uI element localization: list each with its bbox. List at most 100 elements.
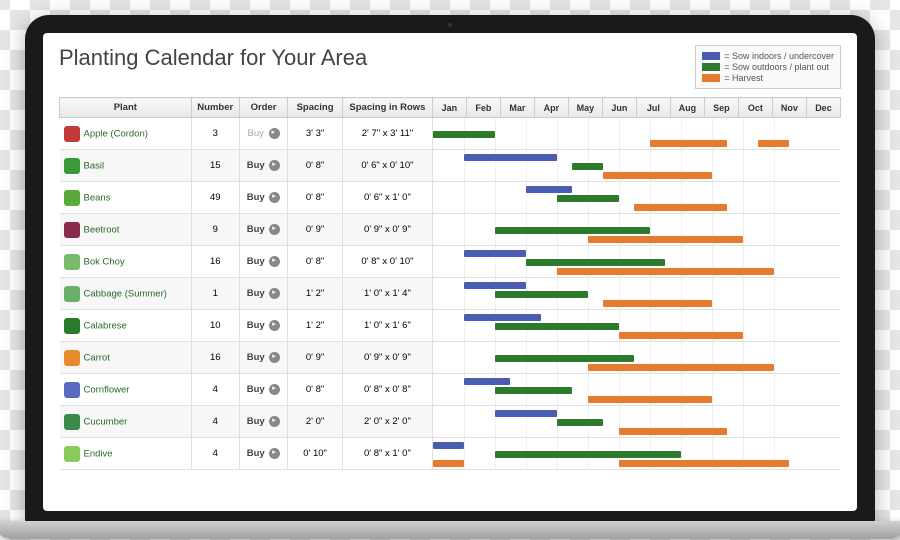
gantt-bar-orange (433, 460, 464, 467)
order-cell[interactable]: Buy (239, 182, 287, 214)
col-plant[interactable]: Plant (60, 98, 192, 118)
order-cell[interactable]: Buy (239, 406, 287, 438)
plant-link[interactable]: Bok Choy (60, 246, 192, 278)
col-month[interactable]: Mar (500, 98, 534, 118)
plant-link[interactable]: Beans (60, 182, 192, 214)
plant-link[interactable]: Endive (60, 438, 192, 470)
order-cell[interactable]: Buy (239, 342, 287, 374)
col-month[interactable]: Nov (772, 98, 806, 118)
spacing-cell: 1' 2" (288, 310, 343, 342)
order-cell[interactable]: Buy (239, 278, 287, 310)
col-spacing[interactable]: Spacing (288, 98, 343, 118)
plant-icon (64, 446, 80, 462)
plant-link[interactable]: Calabrese (60, 310, 192, 342)
col-month[interactable]: May (568, 98, 602, 118)
table-row: Cabbage (Summer)1Buy 1' 2"1' 0" x 1' 4" (60, 278, 841, 310)
gantt-bar-green (557, 419, 604, 426)
buy-icon[interactable] (269, 320, 280, 331)
spacing-cell: 0' 8" (288, 182, 343, 214)
spacing-rows-cell: 1' 0" x 1' 6" (342, 310, 432, 342)
spacing-rows-cell: 0' 6" x 1' 0" (342, 182, 432, 214)
col-month[interactable]: Jun (602, 98, 636, 118)
number-cell: 10 (191, 310, 239, 342)
buy-button[interactable]: Buy (247, 192, 265, 203)
table-row: Cucumber4Buy 2' 0"2' 0" x 2' 0" (60, 406, 841, 438)
order-cell[interactable]: Buy (239, 246, 287, 278)
order-cell[interactable]: Buy (239, 214, 287, 246)
gantt-bar-blue (464, 250, 526, 257)
buy-button[interactable]: Buy (247, 160, 265, 171)
buy-button[interactable]: Buy (247, 288, 265, 299)
buy-icon[interactable] (269, 352, 280, 363)
col-month[interactable]: Aug (670, 98, 704, 118)
plant-icon (64, 190, 80, 206)
buy-button[interactable]: Buy (247, 416, 265, 427)
plant-link[interactable]: Beetroot (60, 214, 192, 246)
buy-button[interactable]: Buy (247, 384, 265, 395)
buy-button[interactable]: Buy (247, 320, 265, 331)
gantt-bar-green (433, 131, 495, 138)
buy-button[interactable]: Buy (247, 352, 265, 363)
number-cell: 15 (191, 150, 239, 182)
col-month[interactable]: Feb (466, 98, 500, 118)
spacing-cell: 0' 9" (288, 214, 343, 246)
gantt-bar-green (495, 355, 635, 362)
col-month[interactable]: Dec (806, 98, 840, 118)
buy-icon[interactable] (269, 256, 280, 267)
legend-swatch (702, 63, 720, 71)
spacing-rows-cell: 0' 9" x 0' 9" (342, 342, 432, 374)
col-month[interactable]: Jul (636, 98, 670, 118)
gantt-bar-blue (526, 186, 573, 193)
buy-button[interactable]: Buy (247, 448, 265, 459)
buy-icon[interactable] (269, 384, 280, 395)
gantt-bar-orange (588, 396, 712, 403)
gantt-bar-green (526, 259, 666, 266)
col-number[interactable]: Number (191, 98, 239, 118)
gantt-cell (432, 278, 840, 310)
plant-icon (64, 158, 80, 174)
gantt-bar-orange (619, 460, 790, 467)
gantt-cell (432, 182, 840, 214)
spacing-cell: 3' 3" (288, 118, 343, 150)
plant-link[interactable]: Carrot (60, 342, 192, 374)
buy-icon[interactable] (269, 160, 280, 171)
buy-icon[interactable] (269, 288, 280, 299)
spacing-cell: 0' 8" (288, 150, 343, 182)
plant-link[interactable]: Cabbage (Summer) (60, 278, 192, 310)
plant-link[interactable]: Cornflower (60, 374, 192, 406)
buy-icon[interactable] (269, 192, 280, 203)
gantt-bar-green (495, 227, 650, 234)
buy-icon[interactable] (269, 224, 280, 235)
plant-link[interactable]: Cucumber (60, 406, 192, 438)
order-cell[interactable]: Buy (239, 438, 287, 470)
spacing-cell: 0' 8" (288, 374, 343, 406)
col-month[interactable]: Jan (432, 98, 466, 118)
number-cell: 4 (191, 406, 239, 438)
number-cell: 4 (191, 438, 239, 470)
buy-icon[interactable] (269, 416, 280, 427)
col-spacing-rows[interactable]: Spacing in Rows (342, 98, 432, 118)
laptop-camera (448, 23, 452, 27)
buy-icon[interactable] (269, 448, 280, 459)
spacing-rows-cell: 0' 6" x 0' 10" (342, 150, 432, 182)
legend-label: = Sow indoors / undercover (724, 51, 834, 61)
order-cell[interactable]: Buy (239, 150, 287, 182)
plant-link[interactable]: Apple (Cordon) (60, 118, 192, 150)
buy-button[interactable]: Buy (247, 224, 265, 235)
gantt-bar-orange (758, 140, 789, 147)
col-order[interactable]: Order (239, 98, 287, 118)
gantt-bar-green (495, 387, 573, 394)
buy-button[interactable]: Buy (247, 256, 265, 267)
order-cell[interactable]: Buy (239, 374, 287, 406)
number-cell: 9 (191, 214, 239, 246)
gantt-bar-blue (464, 154, 557, 161)
plant-icon (64, 126, 80, 142)
number-cell: 49 (191, 182, 239, 214)
plant-link[interactable]: Basil (60, 150, 192, 182)
col-month[interactable]: Oct (738, 98, 772, 118)
col-month[interactable]: Apr (534, 98, 568, 118)
order-cell[interactable]: Buy (239, 310, 287, 342)
plant-icon (64, 254, 80, 270)
col-month[interactable]: Sep (704, 98, 738, 118)
legend-box: = Sow indoors / undercover= Sow outdoors… (695, 45, 841, 89)
